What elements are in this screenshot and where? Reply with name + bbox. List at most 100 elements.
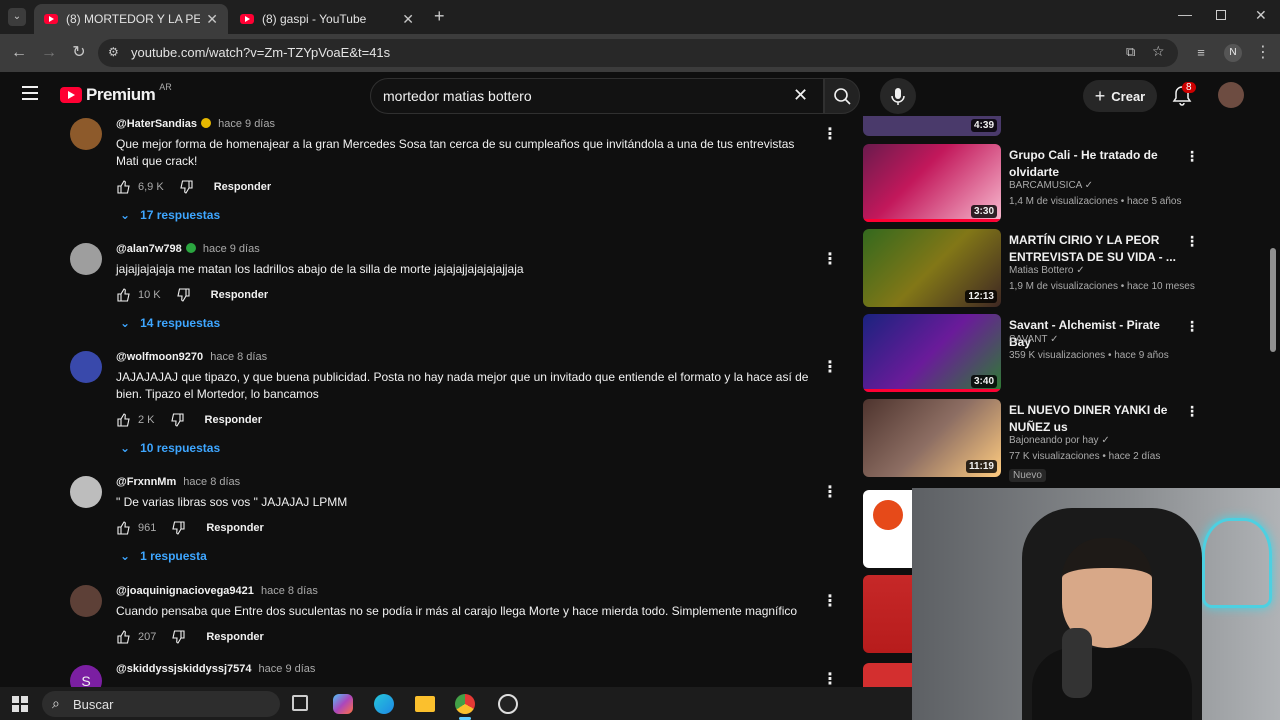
view-replies-button[interactable]: ⌄ 10 respuestas	[120, 441, 220, 455]
avatar[interactable]: S	[70, 665, 102, 687]
comment-author[interactable]: @joaquinignaciovega9421	[116, 585, 254, 597]
chrome-icon[interactable]	[455, 694, 475, 714]
video-thumbnail[interactable]: 4:39	[863, 116, 1001, 136]
forward-icon[interactable]: →	[38, 42, 60, 64]
voice-search-button[interactable]	[880, 78, 916, 114]
reply-button[interactable]: Responder	[211, 289, 268, 301]
comment-menu-icon[interactable]: ⋮	[822, 124, 838, 144]
reply-button[interactable]: Responder	[206, 631, 263, 643]
url-field[interactable]: ⚙ youtube.com/watch?v=Zm-TZYpVoaE&t=41s …	[98, 39, 1178, 67]
profile-icon[interactable]: N	[1224, 44, 1242, 62]
avatar[interactable]	[70, 118, 102, 150]
video-menu-icon[interactable]: ⋮	[1185, 148, 1199, 165]
video-thumbnail[interactable]	[863, 663, 912, 687]
reply-button[interactable]: Responder	[214, 181, 271, 193]
clear-search-icon[interactable]: ✕	[793, 85, 808, 106]
obs-recording-icon[interactable]	[498, 694, 518, 714]
close-window-icon[interactable]: ✕	[1255, 7, 1267, 24]
video-thumbnail[interactable]: 12:13	[863, 229, 1001, 307]
new-tab-button[interactable]: +	[434, 6, 445, 27]
browser-tab[interactable]: (8) gaspi - YouTube ✕	[230, 4, 424, 34]
page-scrollbar[interactable]	[1270, 248, 1276, 352]
video-title[interactable]: EL NUEVO DINER YANKI de NUÑEZ us	[1009, 402, 1179, 436]
avatar[interactable]	[70, 585, 102, 617]
comment-author[interactable]: @skiddyssjskiddyssj7574	[116, 663, 251, 675]
windows-start-icon[interactable]	[12, 696, 28, 712]
comment-menu-icon[interactable]: ⋮	[822, 591, 838, 611]
create-button[interactable]: + Crear	[1083, 80, 1157, 112]
view-replies-button[interactable]: ⌄ 14 respuestas	[120, 316, 220, 330]
comment-time[interactable]: hace 8 días	[261, 585, 318, 597]
dislike-icon[interactable]	[169, 412, 185, 428]
file-explorer-icon[interactable]	[415, 696, 435, 712]
search-button[interactable]	[824, 78, 860, 114]
like-icon[interactable]	[116, 412, 132, 428]
video-thumbnail[interactable]	[863, 575, 912, 653]
related-video[interactable]: 4:39	[863, 116, 1263, 138]
related-video[interactable]: 12:13 MARTÍN CIRIO Y LA PEOR ENTREVISTA …	[863, 229, 1263, 309]
comment-menu-icon[interactable]: ⋮	[822, 249, 838, 269]
like-icon[interactable]	[116, 629, 132, 645]
browser-menu-icon[interactable]: ⋮	[1252, 42, 1274, 64]
search-input[interactable]: mortedor matias bottero ✕	[370, 78, 824, 114]
maximize-icon[interactable]	[1216, 10, 1226, 20]
tab-search-chevron-icon[interactable]: ⌄	[8, 8, 26, 26]
video-thumbnail[interactable]: 3:40	[863, 314, 1001, 392]
video-channel[interactable]: Bajoneando por hay ✓	[1009, 435, 1110, 446]
related-video[interactable]: 3:40 Savant - Alchemist - Pirate Bay SAV…	[863, 314, 1263, 394]
video-channel[interactable]: BARCAMUSICA ✓	[1009, 180, 1093, 191]
video-thumbnail[interactable]: 11:19	[863, 399, 1001, 477]
close-tab-icon[interactable]: ✕	[402, 11, 414, 28]
reply-button[interactable]: Responder	[205, 414, 262, 426]
minimize-icon[interactable]: —	[1178, 6, 1192, 22]
comment-time[interactable]: hace 9 días	[259, 663, 316, 675]
comment-time[interactable]: hace 8 días	[210, 351, 267, 363]
video-menu-icon[interactable]: ⋮	[1185, 233, 1199, 250]
video-menu-icon[interactable]: ⋮	[1185, 403, 1199, 420]
copilot-icon[interactable]	[333, 694, 353, 714]
avatar[interactable]	[70, 243, 102, 275]
taskbar-search-box[interactable]: ⌕ Buscar	[42, 691, 280, 717]
dislike-icon[interactable]	[170, 520, 186, 536]
comment-author[interactable]: @HaterSandias	[116, 118, 197, 130]
back-icon[interactable]: ←	[8, 42, 30, 64]
comment-author[interactable]: @FrxnnMm	[116, 476, 176, 488]
like-icon[interactable]	[116, 179, 132, 195]
comment-menu-icon[interactable]: ⋮	[822, 482, 838, 502]
media-controls-icon[interactable]: ≡	[1190, 42, 1212, 64]
comment-author[interactable]: @alan7w798	[116, 243, 182, 255]
dislike-icon[interactable]	[170, 629, 186, 645]
comment-time[interactable]: hace 8 días	[183, 476, 240, 488]
video-channel[interactable]: SAVANT ✓	[1009, 334, 1059, 345]
hamburger-menu-icon[interactable]	[22, 86, 38, 100]
reply-button[interactable]: Responder	[206, 522, 263, 534]
comment-time[interactable]: hace 9 días	[218, 118, 275, 130]
view-replies-button[interactable]: ⌄ 1 respuesta	[120, 549, 207, 563]
comment-author[interactable]: @wolfmoon9270	[116, 351, 203, 363]
youtube-premium-logo[interactable]: Premium AR	[60, 82, 172, 105]
account-avatar[interactable]	[1218, 82, 1244, 108]
like-icon[interactable]	[116, 520, 132, 536]
dislike-icon[interactable]	[175, 287, 191, 303]
install-app-icon[interactable]: ⧉	[1126, 44, 1135, 60]
edge-browser-icon[interactable]	[374, 694, 394, 714]
video-thumbnail[interactable]	[863, 490, 912, 568]
avatar[interactable]	[70, 351, 102, 383]
site-info-icon[interactable]: ⚙	[108, 45, 119, 59]
video-title[interactable]: Grupo Cali - He tratado de olvidarte	[1009, 147, 1179, 181]
like-icon[interactable]	[116, 287, 132, 303]
comment-time[interactable]: hace 9 días	[203, 243, 260, 255]
related-video[interactable]: 3:30 Grupo Cali - He tratado de olvidart…	[863, 144, 1263, 224]
bookmark-star-icon[interactable]: ☆	[1152, 43, 1165, 60]
related-video[interactable]: 11:19 EL NUEVO DINER YANKI de NUÑEZ us B…	[863, 399, 1263, 482]
avatar[interactable]	[70, 476, 102, 508]
reload-icon[interactable]: ↻	[68, 42, 90, 64]
task-view-icon[interactable]	[292, 695, 308, 711]
comment-menu-icon[interactable]: ⋮	[822, 669, 838, 687]
video-menu-icon[interactable]: ⋮	[1185, 318, 1199, 335]
view-replies-button[interactable]: ⌄ 17 respuestas	[120, 208, 220, 222]
dislike-icon[interactable]	[178, 179, 194, 195]
video-channel[interactable]: Matias Bottero ✓	[1009, 265, 1085, 276]
video-thumbnail[interactable]: 3:30	[863, 144, 1001, 222]
comment-menu-icon[interactable]: ⋮	[822, 357, 838, 377]
